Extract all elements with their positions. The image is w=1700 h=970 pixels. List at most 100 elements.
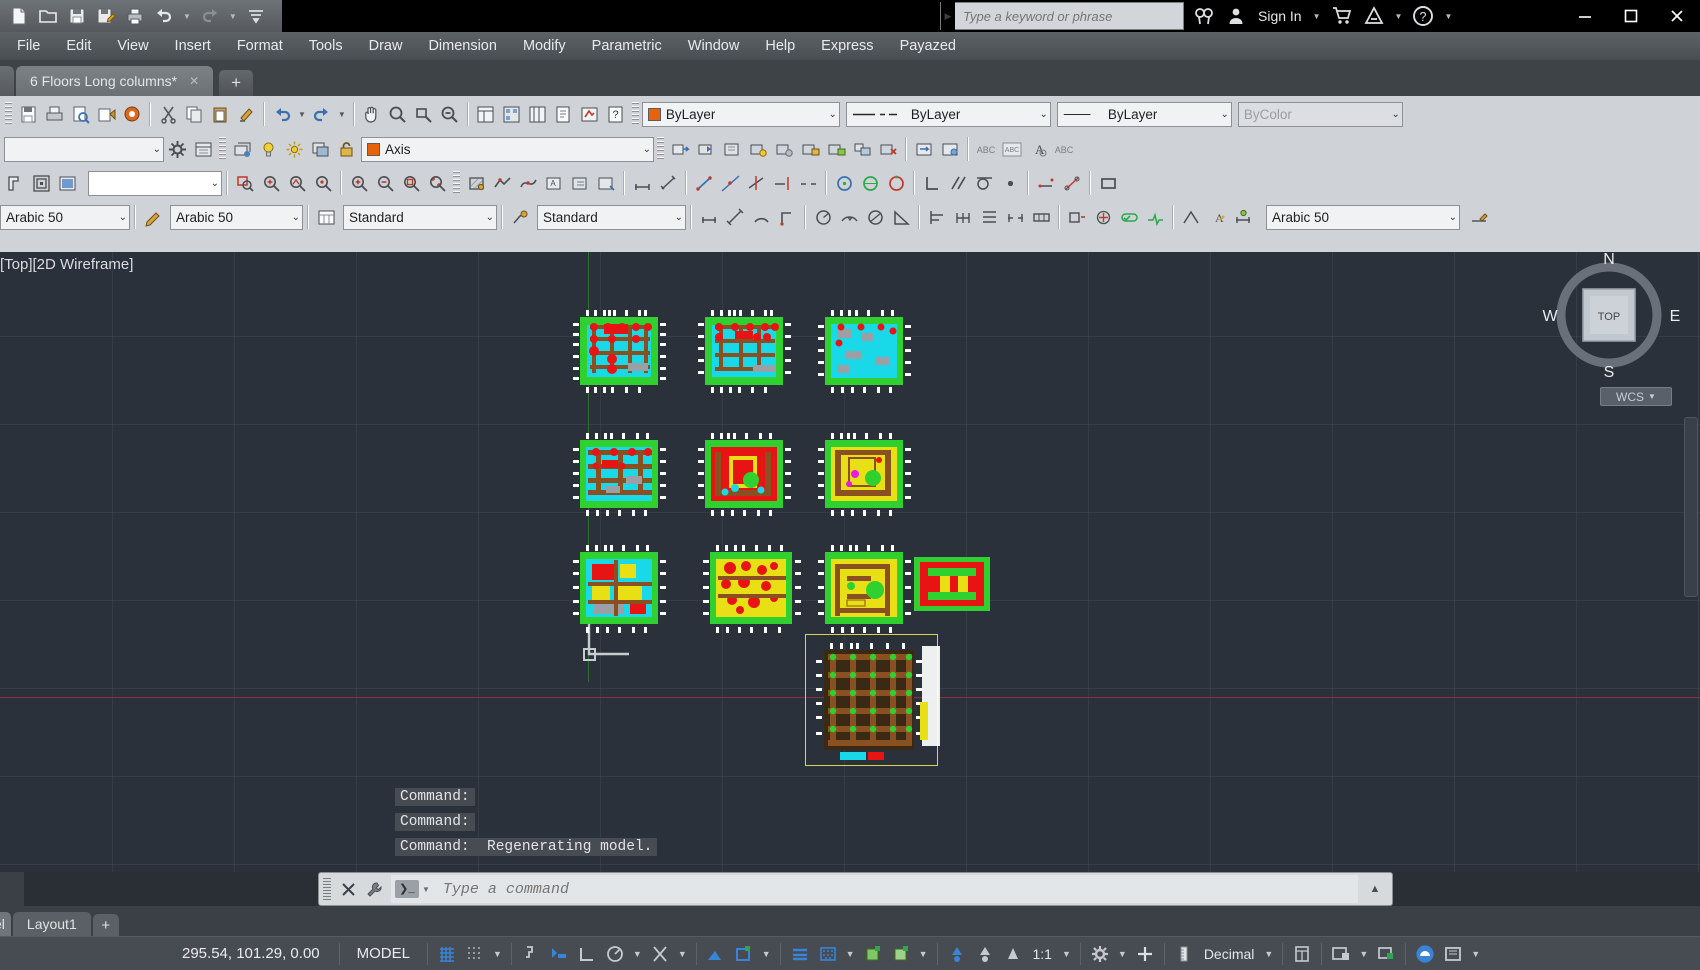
close-icon[interactable] bbox=[335, 876, 361, 902]
command-prompt-caret[interactable]: ▼ bbox=[419, 885, 433, 894]
minimize-button[interactable] bbox=[1562, 0, 1608, 32]
menu-tools[interactable]: Tools bbox=[296, 35, 356, 57]
layer-on-off-icon[interactable] bbox=[255, 136, 281, 162]
zoom-all-icon[interactable] bbox=[398, 170, 424, 196]
zoom-scale-icon[interactable] bbox=[284, 170, 310, 196]
plot-icon[interactable] bbox=[122, 3, 148, 29]
units-caret[interactable]: ▼ bbox=[1260, 949, 1277, 959]
layer-translate-icon[interactable] bbox=[911, 136, 937, 162]
units-value[interactable]: Decimal bbox=[1198, 946, 1261, 962]
layers2-grip[interactable] bbox=[657, 137, 664, 161]
units-ruler-icon[interactable] bbox=[1170, 940, 1198, 968]
floor-plan-11-selected[interactable] bbox=[812, 640, 942, 768]
menu-parametric[interactable]: Parametric bbox=[579, 35, 675, 57]
floor-plan-7[interactable] bbox=[570, 542, 670, 637]
layer-states-icon[interactable] bbox=[190, 136, 216, 162]
dim-arc-icon[interactable] bbox=[748, 204, 774, 230]
ortho-mode-toggle[interactable] bbox=[573, 940, 601, 968]
cut-icon[interactable] bbox=[155, 101, 181, 127]
redo-icon[interactable] bbox=[197, 3, 223, 29]
annotation-monitor-caret[interactable]: ▼ bbox=[915, 949, 932, 959]
snap-dropdown-caret[interactable]: ▼ bbox=[489, 949, 506, 959]
chevron-down-icon[interactable]: ⌄ bbox=[1443, 212, 1457, 223]
layer-previous-icon[interactable] bbox=[229, 136, 255, 162]
floor-plan-1[interactable] bbox=[570, 307, 670, 397]
clean-screen-caret[interactable]: ▼ bbox=[1467, 949, 1484, 959]
edit-hatch-icon[interactable] bbox=[463, 170, 489, 196]
dynamic-input-toggle[interactable] bbox=[545, 940, 573, 968]
help-icon[interactable]: ? bbox=[1409, 2, 1437, 30]
autodesk-caret[interactable]: ▼ bbox=[1392, 12, 1406, 21]
sign-in-caret[interactable]: ▼ bbox=[1310, 12, 1324, 21]
center-mark-icon[interactable] bbox=[1090, 204, 1116, 230]
break-icon[interactable] bbox=[795, 170, 821, 196]
dim-jogged-icon[interactable] bbox=[836, 204, 862, 230]
sign-in-label[interactable]: Sign In bbox=[1254, 8, 1306, 24]
modify2-grip[interactable] bbox=[453, 171, 460, 195]
wrench-icon[interactable] bbox=[361, 876, 387, 902]
dim-oblique-icon[interactable] bbox=[1178, 204, 1204, 230]
file-tab-active[interactable]: 6 Floors Long columns* ✕ bbox=[16, 66, 214, 96]
zoom-out-icon[interactable] bbox=[372, 170, 398, 196]
object-snap-tracking-toggle[interactable] bbox=[646, 940, 674, 968]
zoom-previous-icon[interactable] bbox=[437, 101, 463, 127]
dim-inspect-icon[interactable] bbox=[1116, 204, 1142, 230]
maximize-button[interactable] bbox=[1608, 0, 1654, 32]
annotation-scale-value[interactable]: 1:1 bbox=[1027, 946, 1058, 962]
workspace-caret[interactable]: ▼ bbox=[1114, 949, 1131, 959]
dim-break-icon[interactable] bbox=[1002, 204, 1028, 230]
new-file-tab-button[interactable]: + bbox=[219, 70, 254, 96]
close-button[interactable] bbox=[1654, 0, 1700, 32]
layer-merge-icon[interactable] bbox=[849, 136, 875, 162]
floor-plan-10[interactable] bbox=[910, 552, 995, 617]
dim-style-manager-icon[interactable] bbox=[313, 204, 339, 230]
floor-plan-4[interactable] bbox=[570, 430, 670, 520]
floor-plan-6[interactable] bbox=[815, 430, 915, 520]
plot-icon[interactable] bbox=[41, 101, 67, 127]
zoom-dynamic-icon[interactable] bbox=[258, 170, 284, 196]
dim-text-edit-icon[interactable]: A bbox=[1204, 204, 1230, 230]
clean-screen-icon[interactable] bbox=[1439, 940, 1467, 968]
chevron-down-icon[interactable]: ⌄ bbox=[480, 212, 494, 223]
text-style-left-combo[interactable]: Arabic 50 ⌄ bbox=[0, 204, 130, 230]
undo-list-caret[interactable]: ▼ bbox=[295, 110, 309, 119]
layer-lock-obj-icon[interactable] bbox=[797, 136, 823, 162]
parallel-constraint-icon[interactable] bbox=[945, 170, 971, 196]
dim-linear-icon[interactable] bbox=[629, 170, 655, 196]
infer-constraints-toggle[interactable] bbox=[517, 940, 545, 968]
properties-toolbar-grip[interactable] bbox=[631, 102, 639, 126]
floor-plan-8[interactable] bbox=[700, 542, 805, 637]
dim-update-icon[interactable] bbox=[1230, 204, 1256, 230]
menu-file[interactable]: File bbox=[4, 35, 53, 57]
autodesk-a-icon[interactable] bbox=[1360, 2, 1388, 30]
rectangle-icon[interactable] bbox=[1095, 170, 1121, 196]
zoom-extents-icon[interactable] bbox=[424, 170, 450, 196]
save-icon[interactable] bbox=[64, 3, 90, 29]
paste-icon[interactable] bbox=[207, 101, 233, 127]
navigation-bar[interactable] bbox=[1684, 417, 1698, 597]
pan-icon[interactable] bbox=[359, 101, 385, 127]
hardware-acceleration-icon[interactable] bbox=[1372, 940, 1400, 968]
dim-diameter-icon[interactable] bbox=[862, 204, 888, 230]
designcenter-icon[interactable] bbox=[499, 101, 525, 127]
annotation-scale-caret[interactable]: ▼ bbox=[1058, 949, 1075, 959]
annotation-monitor-toggle[interactable] bbox=[887, 940, 915, 968]
properties-palette-icon[interactable] bbox=[473, 101, 499, 127]
model-space-button[interactable]: MODEL bbox=[345, 945, 422, 962]
layer-isolate-icon[interactable] bbox=[307, 136, 333, 162]
chevron-down-icon[interactable]: ⌄ bbox=[113, 212, 127, 223]
dim-ordinate-icon[interactable] bbox=[774, 204, 800, 230]
publish-icon[interactable] bbox=[93, 101, 119, 127]
layer-tools-icon[interactable] bbox=[937, 136, 963, 162]
quick-properties-icon[interactable] bbox=[1288, 940, 1316, 968]
match-properties-icon[interactable] bbox=[233, 101, 259, 127]
close-icon[interactable]: ✕ bbox=[189, 74, 199, 88]
snap-mode-toggle[interactable] bbox=[461, 940, 489, 968]
drawing-canvas[interactable]: [Top][2D Wireframe] Y ✕ bbox=[0, 252, 1700, 872]
floor-plan-3[interactable] bbox=[815, 307, 915, 397]
layer-off-obj-icon[interactable] bbox=[771, 136, 797, 162]
object-snap-toggle[interactable] bbox=[702, 940, 730, 968]
dim-jogged-linear-icon[interactable] bbox=[1142, 204, 1168, 230]
xref-icon[interactable] bbox=[28, 170, 54, 196]
floor-plan-5[interactable] bbox=[695, 430, 795, 520]
